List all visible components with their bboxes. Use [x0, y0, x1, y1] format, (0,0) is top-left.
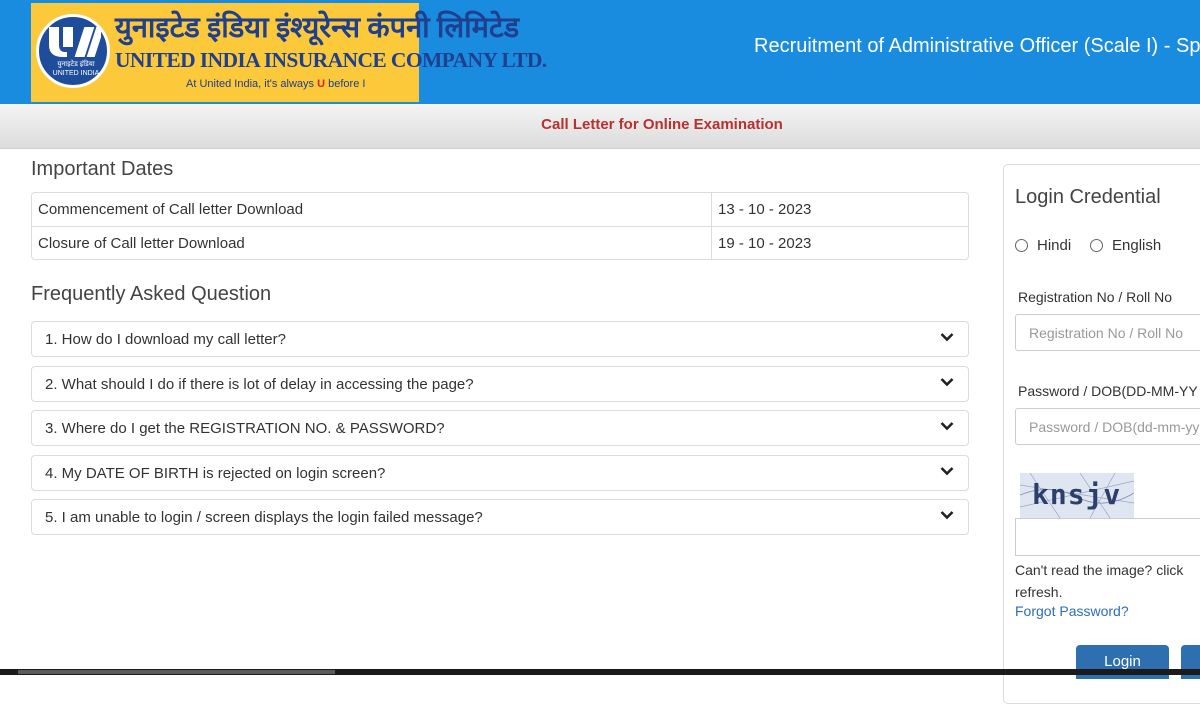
faq-question: 4. My DATE OF BIRTH is rejected on login…: [45, 465, 386, 482]
captcha-hint: Can't read the image? click refresh.: [1015, 562, 1184, 600]
password-input[interactable]: [1015, 408, 1200, 445]
english-radio[interactable]: [1090, 239, 1103, 252]
call-letter-title: Call Letter for Online Examination: [541, 116, 783, 133]
taskbar-strip: [0, 669, 1200, 675]
password-label: Password / DOB(DD-MM-YY: [1018, 383, 1198, 399]
date-label: Commencement of Call letter Download: [38, 201, 304, 218]
registration-label: Registration No / Roll No: [1018, 289, 1173, 305]
faq-question: 3. Where do I get the REGISTRATION NO. &…: [45, 420, 445, 437]
tagline-prefix: At United India, it's always: [186, 78, 318, 90]
sub-header: Call Letter for Online Examination: [0, 104, 1200, 149]
logo-mini-english: UNITED INDIA: [52, 70, 100, 77]
registration-input[interactable]: [1015, 314, 1200, 351]
chevron-down-icon[interactable]: [940, 332, 954, 342]
important-dates-table: Commencement of Call letter Download 13 …: [31, 192, 969, 260]
tagline-u: U: [317, 78, 326, 90]
ui-monogram-icon: [49, 27, 101, 57]
chevron-down-icon[interactable]: [940, 421, 954, 431]
page-header: युनाइटेड इंडिया UNITED INDIA युनाइटेड इं…: [0, 0, 1200, 104]
date-value: 19 - 10 - 2023: [718, 235, 812, 252]
important-dates-title: Important Dates: [31, 158, 174, 180]
hindi-radio-label[interactable]: Hindi: [1037, 237, 1071, 254]
hindi-radio[interactable]: [1015, 239, 1028, 252]
faq-question: 5. I am unable to login / screen display…: [45, 509, 483, 526]
logo-tagline: At United India, it's always U before I: [186, 78, 365, 90]
chevron-down-icon[interactable]: [940, 377, 954, 387]
logo-mini-hindi: युनाइटेड इंडिया: [57, 61, 95, 68]
captcha-input[interactable]: [1015, 518, 1200, 556]
captcha-image: knsjv: [1020, 473, 1134, 518]
logo-english-name: UNITED INDIA INSURANCE COMPANY LTD.: [115, 48, 547, 72]
faq-item[interactable]: 2. What should I do if there is lot of d…: [31, 366, 969, 402]
faq-item[interactable]: 4. My DATE OF BIRTH is rejected on login…: [31, 455, 969, 491]
table-row: Commencement of Call letter Download 13 …: [32, 193, 968, 227]
faq-item[interactable]: 5. I am unable to login / screen display…: [31, 499, 969, 535]
faq-item[interactable]: 1. How do I download my call letter?: [31, 321, 969, 357]
logo-emblem: युनाइटेड इंडिया UNITED INDIA: [36, 14, 110, 88]
date-value: 13 - 10 - 2023: [718, 201, 812, 218]
faq-question: 2. What should I do if there is lot of d…: [45, 376, 474, 393]
table-row: Closure of Call letter Download 19 - 10 …: [32, 226, 968, 261]
taskbar-segment: [18, 670, 335, 674]
forgot-password-link[interactable]: Forgot Password?: [1015, 603, 1129, 619]
faq-item[interactable]: 3. Where do I get the REGISTRATION NO. &…: [31, 410, 969, 446]
recruitment-title: Recruitment of Administrative Officer (S…: [754, 35, 1200, 57]
faq-title: Frequently Asked Question: [31, 283, 272, 305]
chevron-down-icon[interactable]: [940, 510, 954, 520]
date-label: Closure of Call letter Download: [38, 235, 245, 252]
tagline-suffix: before I: [325, 78, 366, 90]
english-radio-label[interactable]: English: [1112, 237, 1161, 254]
company-logo[interactable]: युनाइटेड इंडिया UNITED INDIA युनाइटेड इं…: [31, 3, 547, 102]
logo-hindi-name: युनाइटेड इंडिया इंश्यूरेन्स कंपनी लिमिटे…: [115, 12, 520, 44]
captcha-text: knsjv: [1032, 478, 1122, 511]
chevron-down-icon[interactable]: [940, 466, 954, 476]
faq-question: 1. How do I download my call letter?: [45, 331, 286, 348]
login-title: Login Credential: [1015, 186, 1161, 208]
